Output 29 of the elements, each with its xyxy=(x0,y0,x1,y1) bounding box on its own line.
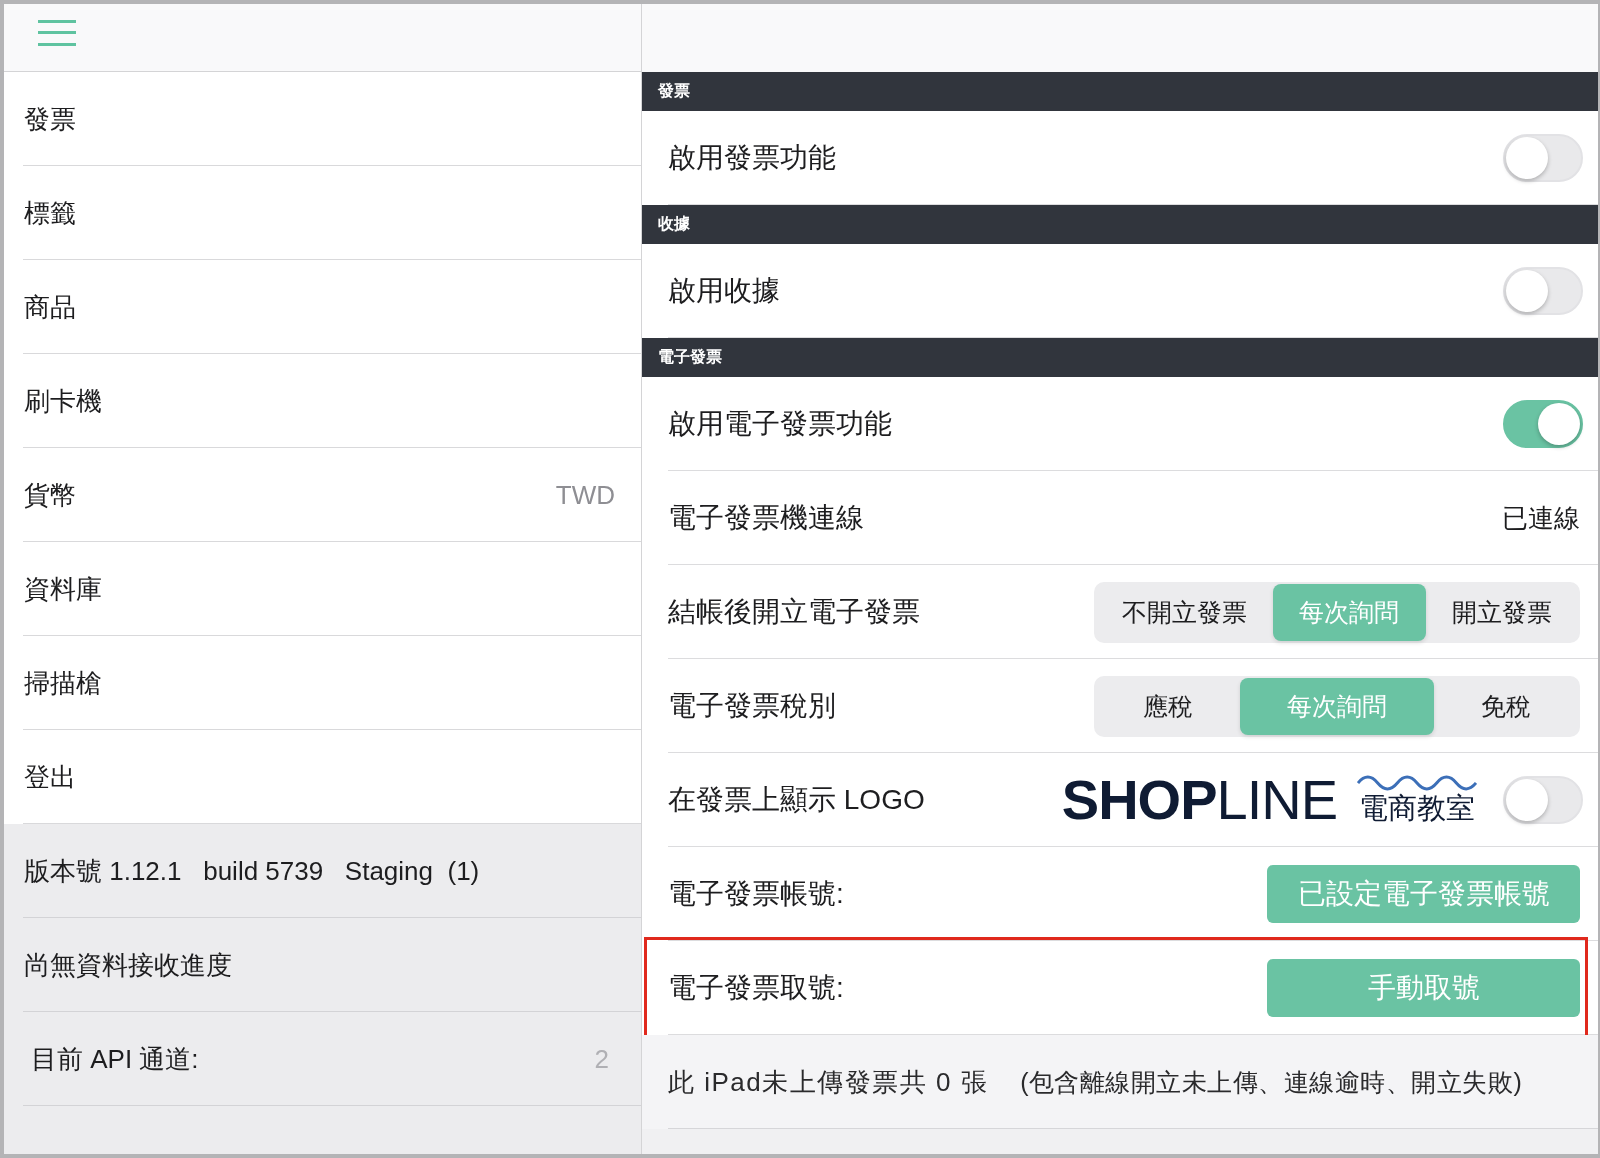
setting-label: 電子發票機連線 xyxy=(668,501,864,535)
status-text: 目前 API 通道: xyxy=(30,1042,199,1076)
toggle-switch[interactable] xyxy=(1503,400,1583,448)
logo-wordmark: SHOPLINE xyxy=(1061,772,1337,828)
status-value: 已連線 xyxy=(1502,501,1580,535)
segment-option[interactable]: 不開立發票 xyxy=(1096,583,1274,641)
note-text: 此 iPad未上傳發票共 0 張 xyxy=(668,1065,989,1099)
status-text: 版本號 1.12.1 build 5739 Staging (1) xyxy=(24,854,480,888)
status-value: 2 xyxy=(594,1043,609,1075)
setting-label: 結帳後開立電子發票 xyxy=(668,595,920,629)
setting-label: 電子發票取號: xyxy=(668,971,844,1005)
logo-tagline: 電商教室 xyxy=(1359,793,1475,825)
segment-option[interactable]: 開立發票 xyxy=(1425,583,1578,641)
menu-icon[interactable] xyxy=(38,20,76,46)
item-value: TWD xyxy=(555,479,615,511)
section-header: 收據 xyxy=(642,205,1598,244)
setting-label: 在發票上顯示 LOGO xyxy=(668,783,925,817)
segment-option[interactable]: 免稅 xyxy=(1434,677,1578,735)
setting-label: 啟用發票功能 xyxy=(668,141,836,175)
wave-icon xyxy=(1357,775,1477,792)
setting-label: 電子發票稅別 xyxy=(668,689,836,723)
segment-option[interactable]: 應稅 xyxy=(1096,677,1240,735)
section-header: 電子發票 xyxy=(642,338,1598,377)
section-header: 發票 xyxy=(642,72,1598,111)
setting-label: 啟用電子發票功能 xyxy=(668,407,892,441)
note-detail: (包含離線開立未上傳、連線逾時、開立失敗) xyxy=(1020,1066,1523,1098)
setting-label: 電子發票帳號: xyxy=(668,877,844,911)
status-text: 尚無資料接收進度 xyxy=(24,948,232,982)
setting-label: 啟用收據 xyxy=(668,274,780,308)
